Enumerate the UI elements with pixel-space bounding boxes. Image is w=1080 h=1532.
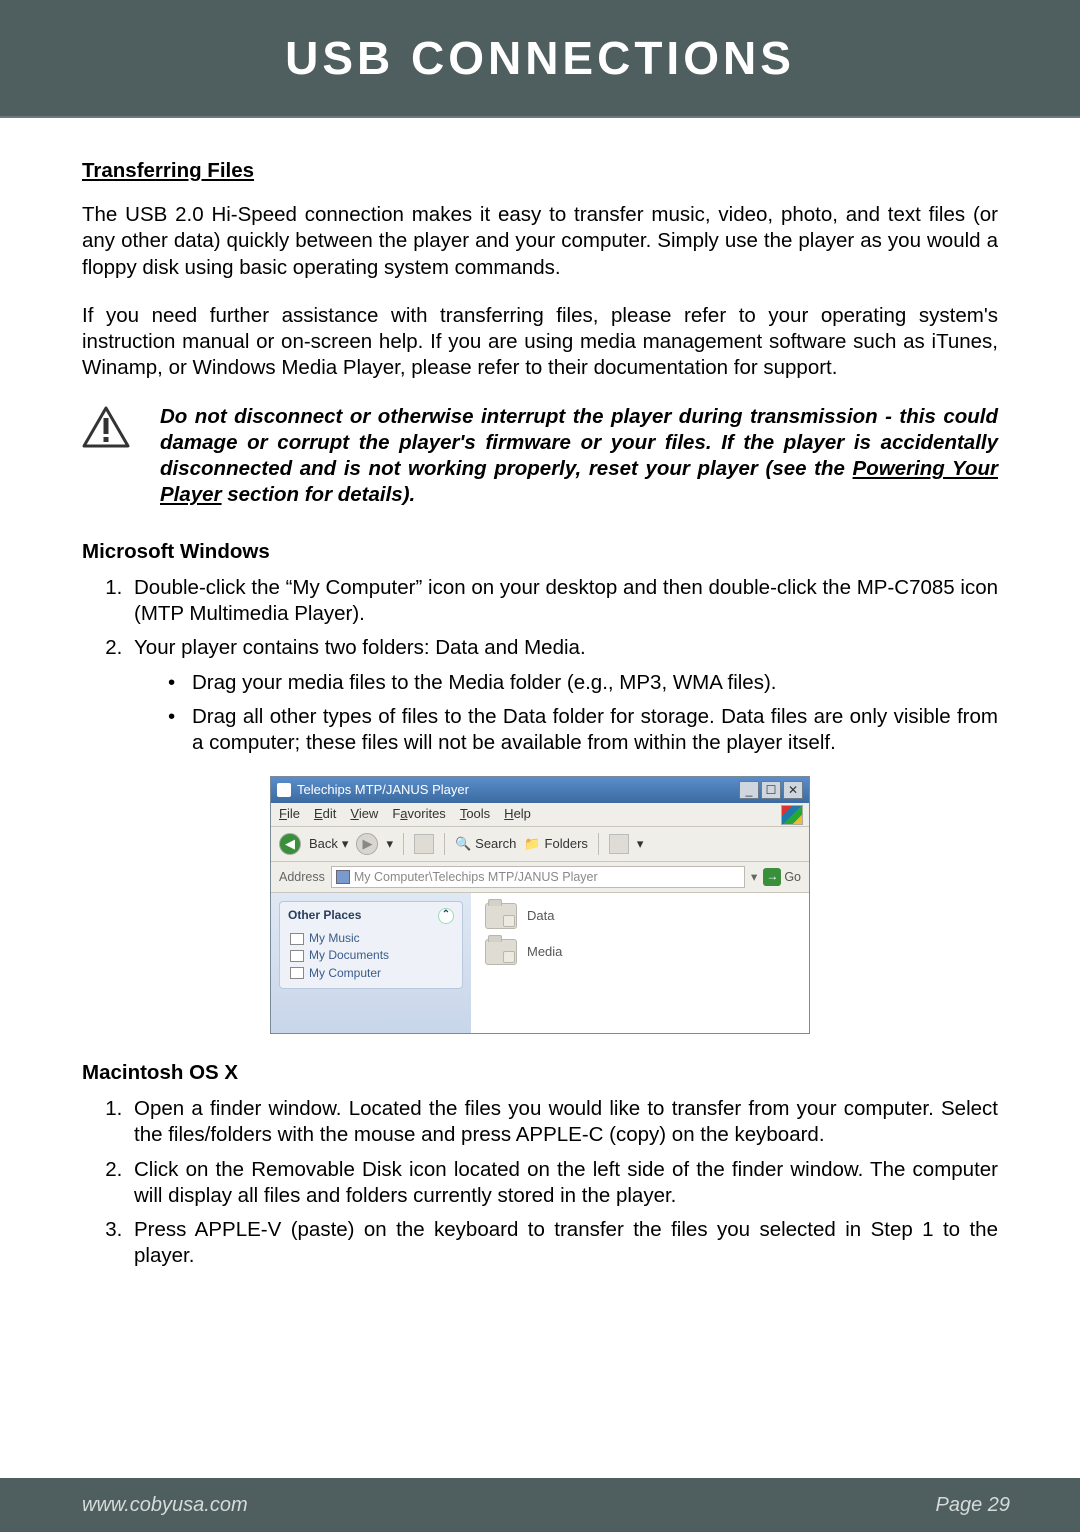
- music-icon: [290, 933, 304, 945]
- computer-icon: [290, 967, 304, 979]
- list-item: Press APPLE-V (paste) on the keyboard to…: [128, 1217, 998, 1269]
- window-body: Other Places ⌃ My Music My Documents My …: [271, 893, 809, 1033]
- side-item-documents[interactable]: My Documents: [290, 947, 454, 964]
- menu-help[interactable]: Help: [504, 806, 531, 823]
- warning-icon: [82, 404, 142, 457]
- list-item: Your player contains two folders: Data a…: [128, 635, 998, 756]
- folder-label: Media: [527, 944, 562, 961]
- warning-block: Do not disconnect or otherwise interrupt…: [82, 404, 998, 509]
- folder-media[interactable]: Media: [485, 939, 795, 965]
- other-places-panel: Other Places ⌃ My Music My Documents My …: [279, 901, 463, 989]
- forward-icon[interactable]: ▶: [356, 833, 378, 855]
- footer: www.cobyusa.com Page 29: [0, 1478, 1080, 1532]
- windows-flag-icon: [781, 805, 803, 825]
- warning-text: Do not disconnect or otherwise interrupt…: [142, 404, 998, 509]
- heading-microsoft-windows: Microsoft Windows: [82, 539, 998, 565]
- window-controls: _ ☐ ✕: [739, 781, 803, 799]
- folder-data[interactable]: Data: [485, 903, 795, 929]
- menu-favorites[interactable]: Favorites: [392, 806, 445, 823]
- list-item: Drag your media files to the Media folde…: [168, 670, 998, 696]
- close-icon[interactable]: ✕: [783, 781, 803, 799]
- footer-page: Page 29: [935, 1494, 1010, 1517]
- search-button[interactable]: 🔍 Search: [455, 836, 516, 853]
- address-label: Address: [279, 869, 325, 885]
- explorer-window: Telechips MTP/JANUS Player _ ☐ ✕ File Ed…: [270, 776, 810, 1034]
- paragraph: The USB 2.0 Hi-Speed connection makes it…: [82, 202, 998, 281]
- explorer-screenshot: Telechips MTP/JANUS Player _ ☐ ✕ File Ed…: [82, 776, 998, 1034]
- list-item: Double-click the “My Computer” icon on y…: [128, 575, 998, 627]
- windows-steps: Double-click the “My Computer” icon on y…: [82, 575, 998, 756]
- menu-view[interactable]: View: [350, 806, 378, 823]
- go-button[interactable]: →Go: [763, 868, 801, 886]
- warning-text-post: section for details).: [222, 483, 416, 506]
- window-titlebar: Telechips MTP/JANUS Player _ ☐ ✕: [271, 777, 809, 803]
- back-icon[interactable]: ◀: [279, 833, 301, 855]
- paragraph: If you need further assistance with tran…: [82, 303, 998, 382]
- folder-label: Data: [527, 908, 554, 925]
- folder-icon: [485, 939, 517, 965]
- menu-bar: File Edit View Favorites Tools Help: [271, 803, 809, 827]
- app-icon: [277, 783, 291, 797]
- list-item: Click on the Removable Disk icon located…: [128, 1157, 998, 1209]
- window-title: Telechips MTP/JANUS Player: [297, 782, 469, 799]
- address-input[interactable]: My Computer\Telechips MTP/JANUS Player: [331, 866, 745, 888]
- collapse-icon[interactable]: ⌃: [438, 908, 454, 924]
- mac-steps: Open a finder window. Located the files …: [82, 1096, 998, 1269]
- windows-substeps: Drag your media files to the Media folde…: [134, 670, 998, 757]
- menu-file[interactable]: File: [279, 806, 300, 823]
- footer-url: www.cobyusa.com: [82, 1494, 248, 1517]
- section-transferring-files: Transferring Files: [82, 158, 998, 184]
- minimize-icon[interactable]: _: [739, 781, 759, 799]
- content: Transferring Files The USB 2.0 Hi-Speed …: [0, 118, 1080, 1269]
- menu-tools[interactable]: Tools: [460, 806, 490, 823]
- address-path: My Computer\Telechips MTP/JANUS Player: [354, 869, 598, 885]
- up-icon[interactable]: [414, 834, 434, 854]
- list-item: Open a finder window. Located the files …: [128, 1096, 998, 1148]
- side-item-music[interactable]: My Music: [290, 930, 454, 947]
- header-bar: USB Connections: [0, 0, 1080, 118]
- heading-macintosh: Macintosh OS X: [82, 1060, 998, 1086]
- maximize-icon[interactable]: ☐: [761, 781, 781, 799]
- folders-button[interactable]: 📁 Folders: [524, 836, 588, 853]
- device-icon: [336, 870, 350, 884]
- back-button[interactable]: Back ▾: [309, 836, 348, 853]
- step-text: Your player contains two folders: Data a…: [134, 636, 586, 659]
- main-pane: Data Media: [471, 893, 809, 1033]
- list-item: Drag all other types of files to the Dat…: [168, 704, 998, 756]
- toolbar: ◀ Back ▾ ▶ ▾ 🔍 Search 📁 Folders ▾: [271, 827, 809, 862]
- folder-icon: [485, 903, 517, 929]
- side-item-computer[interactable]: My Computer: [290, 965, 454, 982]
- address-dropdown-icon[interactable]: ▾: [751, 869, 757, 885]
- side-panel: Other Places ⌃ My Music My Documents My …: [271, 893, 471, 1033]
- menu-edit[interactable]: Edit: [314, 806, 336, 823]
- views-icon[interactable]: [609, 834, 629, 854]
- side-heading: Other Places: [288, 908, 361, 923]
- address-bar: Address My Computer\Telechips MTP/JANUS …: [271, 862, 809, 893]
- page-title: USB Connections: [285, 31, 795, 85]
- documents-icon: [290, 950, 304, 962]
